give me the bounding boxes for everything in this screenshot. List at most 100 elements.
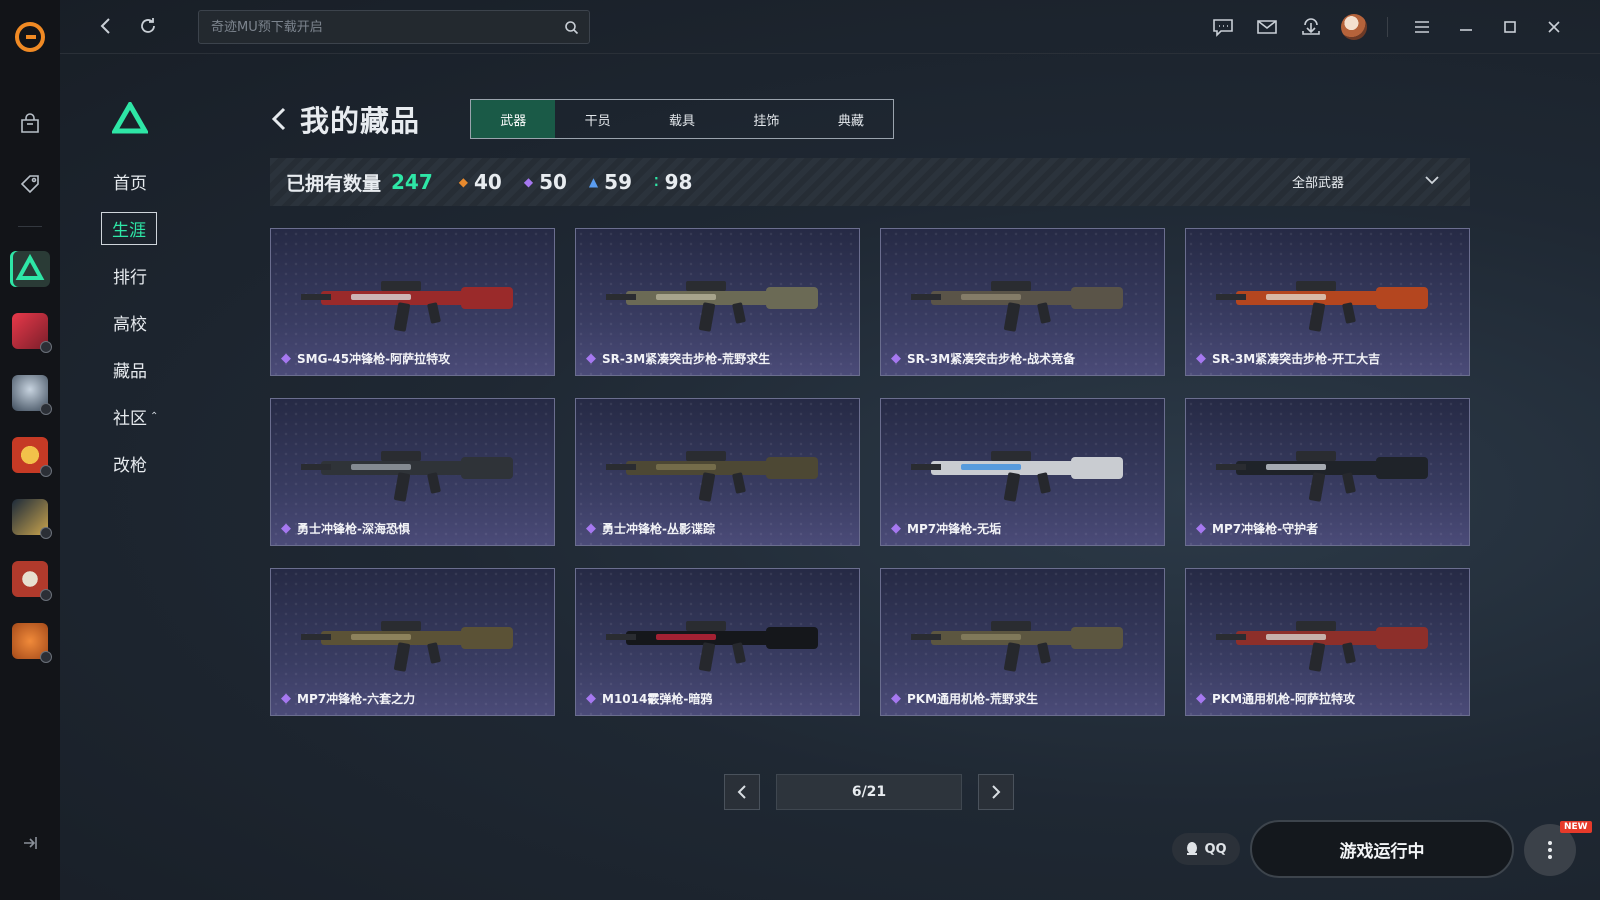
sub-nav-item[interactable]: 高校 xyxy=(100,299,220,346)
delta-force-logo-icon xyxy=(110,99,150,138)
expand-sidebar-icon[interactable] xyxy=(21,834,39,856)
close-icon[interactable] xyxy=(1540,13,1568,41)
green-dots-icon: ⁚ xyxy=(654,175,659,189)
weapon-card[interactable]: ◆ MP7冲锋枪-无垢 xyxy=(880,398,1165,546)
crossfire-game-icon[interactable] xyxy=(12,437,52,477)
weapon-part xyxy=(1308,302,1326,332)
sub-nav-item[interactable]: 藏品 xyxy=(100,346,220,393)
orange-diamond-icon: ◆ xyxy=(458,175,468,189)
weapon-name-row: ◆ MP7冲锋枪-无垢 xyxy=(891,520,1001,537)
pubg-game-icon[interactable] xyxy=(12,375,52,415)
collection-grid: ◆ SMG-45冲锋枪-阿萨拉特攻 ◆ SR-3M紧凑突击步枪-荒野求生 ◆ SR-3M紧… xyxy=(270,228,1470,716)
weapon-part xyxy=(1003,472,1021,502)
weapon-card[interactable]: ◆ PKM通用机枪-阿萨拉特攻 xyxy=(1185,568,1470,716)
qq-label: QQ xyxy=(1204,841,1227,857)
weapon-part xyxy=(961,634,1021,640)
weapon-card[interactable]: ◆ PKM通用机枪-荒野求生 xyxy=(880,568,1165,716)
weapon-image xyxy=(606,451,818,502)
weapon-card[interactable]: ◆ MP7冲锋枪-守护者 xyxy=(1185,398,1470,546)
weapon-part xyxy=(381,621,421,631)
download-badge-icon xyxy=(40,341,52,353)
weapon-name: PKM通用机枪-阿萨拉特攻 xyxy=(1212,692,1356,706)
weapon-card[interactable]: ◆ SR-3M紧凑突击步枪-战术竞备 xyxy=(880,228,1165,376)
category-tab[interactable]: 典藏 xyxy=(809,100,893,138)
weapon-name: SR-3M紧凑突击步枪-荒野求生 xyxy=(602,352,771,366)
category-tab[interactable]: 挂饰 xyxy=(724,100,808,138)
back-chevron-icon[interactable] xyxy=(270,104,290,134)
tier-counts: ◆ 40 ◆ 50 ▲ 59 ⁚ 98 xyxy=(459,170,715,194)
weapon-card[interactable]: ◆ 勇士冲锋枪-丛影谍踪 xyxy=(575,398,860,546)
weapon-part xyxy=(351,464,411,470)
tier-stat: ▲ 59 xyxy=(589,170,632,194)
weapon-card[interactable]: ◆ SR-3M紧凑突击步枪-荒野求生 xyxy=(575,228,860,376)
download-badge-icon xyxy=(40,465,52,477)
weapon-part xyxy=(606,464,636,470)
rarity-gem-icon: ◆ xyxy=(891,691,901,706)
weapon-part xyxy=(301,294,331,300)
weapon-part xyxy=(606,294,636,300)
tier-count: 40 xyxy=(474,170,502,194)
download-icon[interactable] xyxy=(1297,13,1325,41)
weapon-part xyxy=(698,642,716,672)
sub-nav-item[interactable]: 生涯 xyxy=(100,205,220,252)
valorant-game-icon[interactable] xyxy=(12,313,52,353)
weapon-part xyxy=(1376,457,1428,479)
sub-nav-item[interactable]: 首页 xyxy=(100,158,220,205)
next-page-button[interactable] xyxy=(978,774,1014,810)
download-badge-icon xyxy=(40,403,52,415)
speed-game-icon[interactable] xyxy=(12,561,52,601)
sub-nav-label: 高校 xyxy=(113,315,147,335)
weapon-part xyxy=(1071,627,1123,649)
weapon-name-row: ◆ SR-3M紧凑突击步枪-战术竞备 xyxy=(891,350,1075,367)
weapon-part xyxy=(961,464,1021,470)
weapon-part xyxy=(1071,457,1123,479)
qq-button[interactable]: QQ xyxy=(1172,833,1240,865)
game-running-button[interactable]: 游戏运行中 xyxy=(1250,820,1514,878)
page-header: 我的藏品 xyxy=(270,98,420,140)
weapon-card[interactable]: ◆ SR-3M紧凑突击步枪-开工大吉 xyxy=(1185,228,1470,376)
weapon-part xyxy=(911,634,941,640)
refresh-icon[interactable] xyxy=(136,14,160,38)
download-badge-icon xyxy=(40,651,52,663)
filter-label: 全部武器 xyxy=(1291,176,1344,191)
weapon-part xyxy=(1296,281,1336,291)
weapon-part xyxy=(686,451,726,461)
weapon-card[interactable]: ◆ 勇士冲锋枪-深海恐惧 xyxy=(270,398,555,546)
weapon-name-row: ◆ PKM通用机枪-阿萨拉特攻 xyxy=(1196,690,1355,707)
category-tab[interactable]: 干员 xyxy=(555,100,639,138)
search-input[interactable] xyxy=(199,11,589,43)
maximize-icon[interactable] xyxy=(1496,13,1524,41)
mail-icon[interactable] xyxy=(1253,13,1281,41)
tier-count: 50 xyxy=(539,170,567,194)
prev-page-button[interactable] xyxy=(724,774,760,810)
menu-icon[interactable] xyxy=(1408,13,1436,41)
weapon-card[interactable]: ◆ M1014霰弹枪-暗鸦 xyxy=(575,568,860,716)
sub-nav-item[interactable]: 改枪 xyxy=(100,440,220,487)
minimize-icon[interactable] xyxy=(1452,13,1480,41)
back-arrow-icon[interactable] xyxy=(94,14,118,38)
category-tab[interactable]: 武器 xyxy=(471,100,556,138)
weapon-card[interactable]: ◆ MP7冲锋枪-六套之力 xyxy=(270,568,555,716)
weapon-part xyxy=(1342,302,1356,324)
weapon-image xyxy=(606,281,818,332)
category-tab[interactable]: 载具 xyxy=(640,100,724,138)
coupon-tag-icon[interactable] xyxy=(10,164,50,204)
avatar[interactable] xyxy=(1341,14,1367,40)
rarity-gem-icon: ◆ xyxy=(586,521,596,536)
weapon-part xyxy=(1216,294,1246,300)
message-icon[interactable] xyxy=(1209,13,1237,41)
delta-force-game-icon[interactable] xyxy=(10,251,50,287)
search-icon[interactable] xyxy=(564,20,579,39)
league-game-icon[interactable] xyxy=(12,499,52,539)
weapon-image xyxy=(911,451,1123,502)
weapon-name: MP7冲锋枪-守护者 xyxy=(1212,522,1319,536)
weapon-part xyxy=(461,457,513,479)
weapon-card[interactable]: ◆ SMG-45冲锋枪-阿萨拉特攻 xyxy=(270,228,555,376)
sub-nav-item[interactable]: 社区 ⌃ xyxy=(100,393,220,440)
weapon-name: SR-3M紧凑突击步枪-开工大吉 xyxy=(1212,352,1381,366)
weapon-filter-dropdown[interactable]: 全部武器 xyxy=(1292,172,1440,191)
basketball-game-icon[interactable] xyxy=(12,623,52,663)
store-bag-icon[interactable] xyxy=(10,104,50,144)
weapon-name: M1014霰弹枪-暗鸦 xyxy=(602,692,713,706)
sub-nav-item[interactable]: 排行 xyxy=(100,252,220,299)
